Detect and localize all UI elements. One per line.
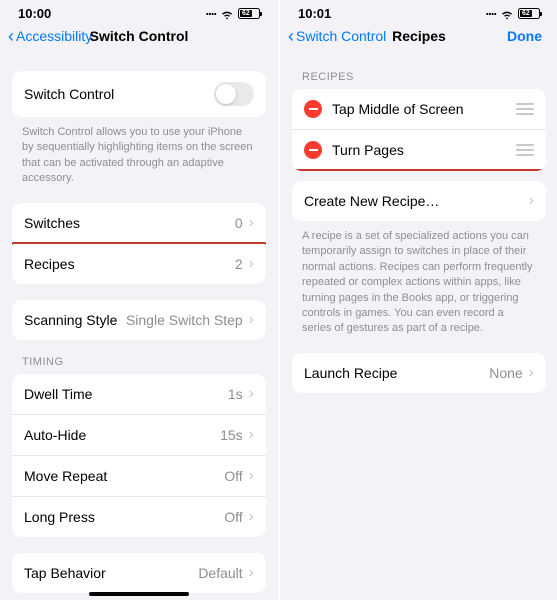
drag-handle-icon[interactable] [516,103,534,115]
chevron-left-icon: ‹ [288,27,294,45]
row-value: 1s [228,386,243,402]
back-button[interactable]: ‹ Switch Control [288,27,386,45]
drag-handle-icon[interactable] [516,144,534,156]
move-repeat-row[interactable]: Move Repeat Off › [12,456,266,497]
dwell-time-row[interactable]: Dwell Time 1s › [12,374,266,415]
wifi-icon [500,7,514,21]
row-label: Create New Recipe… [304,193,529,209]
row-label: Move Repeat [24,468,224,484]
chevron-right-icon: › [249,385,254,403]
row-label: Tap Behavior [24,565,198,581]
status-icons: 62 [486,6,540,21]
switches-row[interactable]: Switches 0 › [12,203,266,244]
chevron-right-icon: › [529,192,534,210]
chevron-right-icon: › [249,311,254,329]
row-label: Auto-Hide [24,427,220,443]
status-time: 10:01 [298,6,331,21]
page-title: Switch Control [90,28,189,44]
section-header: RECIPES [292,71,546,89]
create-new-recipe-row[interactable]: Create New Recipe… › [292,181,546,221]
row-label: Dwell Time [24,386,228,402]
row-value: Single Switch Step [126,312,243,328]
chevron-right-icon: › [249,426,254,444]
long-press-row[interactable]: Long Press Off › [12,497,266,537]
row-value: None [489,365,522,381]
phone-left: 10:00 62 ‹ Accessibility Switch Control … [0,0,278,600]
cellular-icon [206,6,216,21]
chevron-right-icon: › [249,467,254,485]
chevron-left-icon: ‹ [8,27,14,45]
content-area: Switch Control Switch Control allows you… [0,55,278,600]
phone-right: 10:01 62 ‹ Switch Control Recipes Done R… [280,0,557,600]
chevron-right-icon: › [249,564,254,582]
chevron-right-icon: › [249,508,254,526]
row-value: 15s [220,427,243,443]
status-bar: 10:01 62 [280,0,557,23]
status-icons: 62 [206,6,260,21]
back-label: Switch Control [296,28,386,44]
nav-bar: ‹ Accessibility Switch Control [0,23,278,55]
recipe-row-turn-pages[interactable]: Turn Pages [292,130,546,171]
section-footer: A recipe is a set of specialized actions… [292,221,546,337]
delete-icon[interactable] [304,141,322,159]
section-footer: Switch Control allows you to use your iP… [12,117,266,187]
recipes-row[interactable]: Recipes 2 › [12,244,266,284]
section-header: TIMING [12,356,266,374]
row-value: Off [224,468,242,484]
row-label: Launch Recipe [304,365,489,381]
row-label: Tap Middle of Screen [332,101,510,117]
battery-icon: 62 [238,8,260,19]
toggle-switch[interactable] [214,82,254,106]
chevron-right-icon: › [529,364,534,382]
done-button[interactable]: Done [507,28,550,44]
row-label: Recipes [24,256,235,272]
back-button[interactable]: ‹ Accessibility [8,27,92,45]
cellular-icon [486,6,496,21]
status-bar: 10:00 62 [0,0,278,23]
switch-control-toggle-row[interactable]: Switch Control [12,71,266,117]
recipe-row-tap-middle[interactable]: Tap Middle of Screen [292,89,546,130]
row-value: 0 [235,215,243,231]
tap-behavior-row[interactable]: Tap Behavior Default › [12,553,266,593]
battery-icon: 62 [518,8,540,19]
content-area: RECIPES Tap Middle of Screen Turn Pages [280,55,557,600]
row-value: Default [198,565,242,581]
home-indicator[interactable] [89,592,189,596]
row-value: Off [224,509,242,525]
scanning-style-row[interactable]: Scanning Style Single Switch Step › [12,300,266,340]
auto-hide-row[interactable]: Auto-Hide 15s › [12,415,266,456]
wifi-icon [220,7,234,21]
nav-bar: ‹ Switch Control Recipes Done [280,23,557,55]
launch-recipe-row[interactable]: Launch Recipe None › [292,353,546,393]
chevron-right-icon: › [249,255,254,273]
status-time: 10:00 [18,6,51,21]
row-label: Long Press [24,509,224,525]
row-label: Scanning Style [24,312,126,328]
chevron-right-icon: › [249,214,254,232]
back-label: Accessibility [16,28,92,44]
row-label: Switch Control [24,86,214,102]
row-value: 2 [235,256,243,272]
row-label: Switches [24,215,235,231]
row-label: Turn Pages [332,142,510,158]
page-title: Recipes [392,28,446,44]
delete-icon[interactable] [304,100,322,118]
